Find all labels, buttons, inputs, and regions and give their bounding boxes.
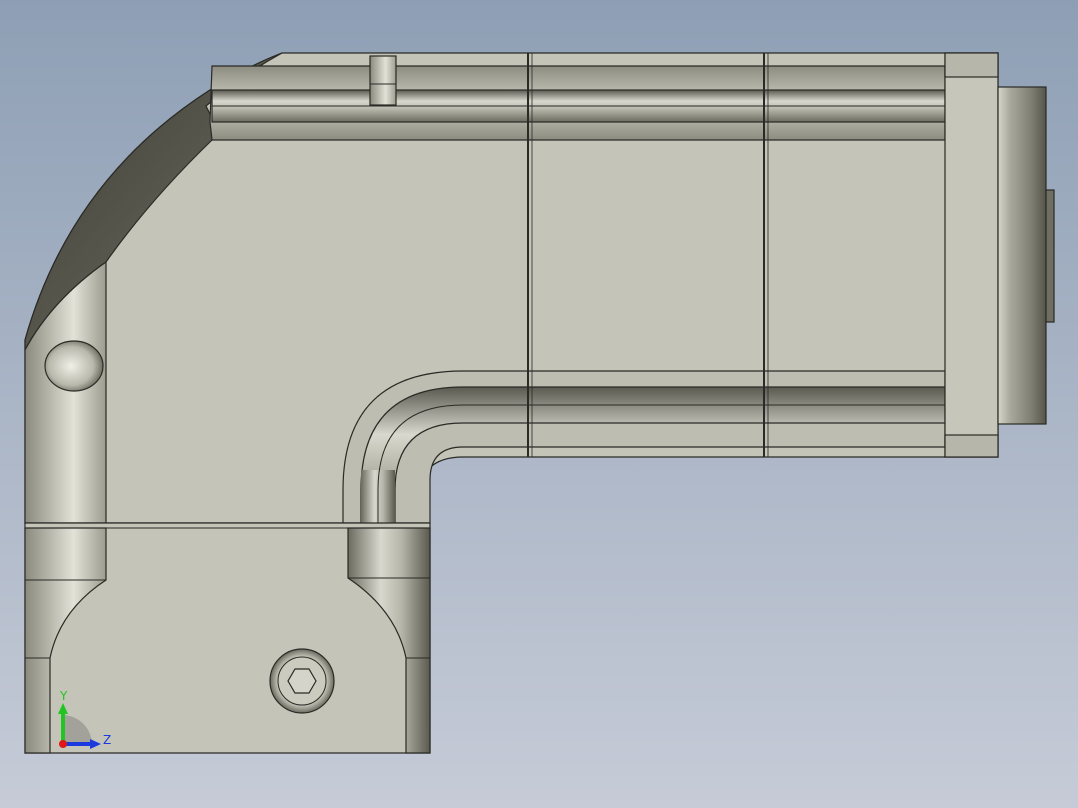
shaft-tip: [1045, 189, 1055, 323]
triad-z-label: Z: [103, 733, 111, 747]
triad-origin: [59, 740, 67, 748]
key-block: [369, 55, 397, 106]
end-cap: [944, 52, 999, 458]
cad-viewport[interactable]: Y Z: [0, 0, 1078, 808]
oval-hole: [44, 340, 104, 392]
model-drawing: Y Z: [24, 52, 1055, 754]
output-shaft: [997, 86, 1047, 425]
triad-y-label: Y: [59, 689, 68, 703]
